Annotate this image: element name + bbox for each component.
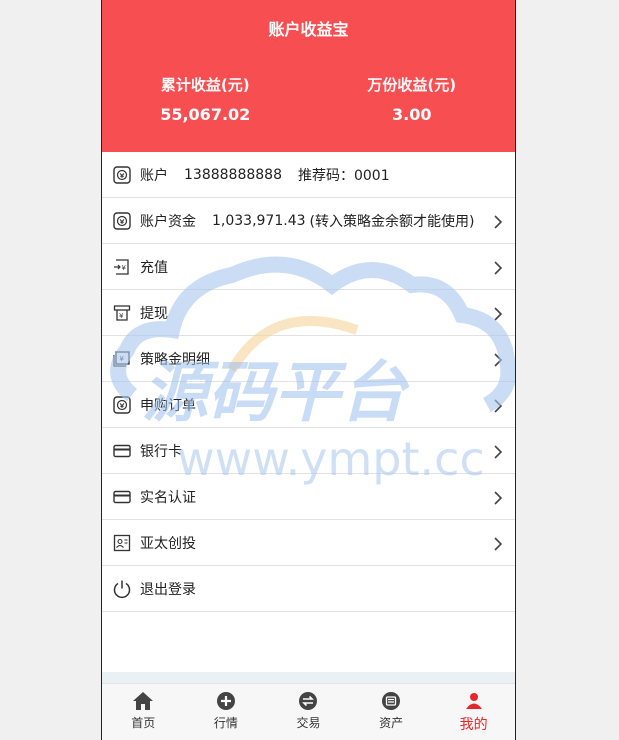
chevron-right-icon [493, 398, 503, 413]
total-earnings-stat: 累计收益(元) 55,067.02 [102, 74, 309, 124]
menu-item-label: 充值 [140, 259, 168, 276]
menu-list: 账户 13888888888 推荐码：0001 账户资金 1,033,971.4… [102, 152, 515, 612]
funds-note: (转入策略金余额才能使用) [309, 213, 475, 230]
tab-home[interactable]: 首页 [102, 684, 185, 740]
chevron-right-icon [493, 536, 503, 551]
tab-label: 资产 [379, 716, 404, 730]
chevron-right-icon [493, 490, 503, 505]
logout-label: 退出登录 [140, 581, 196, 598]
tab-mine[interactable]: 我的 [432, 684, 515, 740]
withdraw-icon: ¥ [112, 303, 132, 323]
svg-text:¥: ¥ [120, 355, 125, 363]
menu-item-label: 亚太创投 [140, 535, 196, 552]
tab-assets[interactable]: 资产 [350, 684, 433, 740]
menu-item-label: 提现 [140, 305, 168, 322]
recharge-icon: ¥ [112, 257, 132, 277]
tab-label: 交易 [296, 716, 321, 730]
header: 账户收益宝 累计收益(元) 55,067.02 万份收益(元) 3.00 [102, 0, 515, 152]
power-icon [112, 579, 132, 599]
per-10k-earnings-label: 万份收益(元) [367, 76, 457, 94]
id-card-icon [112, 487, 132, 507]
order-icon [112, 395, 132, 415]
profile-icon [112, 533, 132, 553]
menu-item-strategy-detail[interactable]: ¥ 策略金明细 [102, 336, 515, 382]
menu-item-recharge[interactable]: ¥ 充值 [102, 244, 515, 290]
chevron-right-icon [493, 214, 503, 229]
coin-icon [112, 165, 132, 185]
funds-amount: 1,033,971.43 [212, 212, 306, 229]
account-row: 账户 13888888888 推荐码：0001 [102, 152, 515, 198]
menu-item-label: 银行卡 [140, 443, 182, 460]
total-earnings-value: 55,067.02 [160, 105, 251, 124]
page-title: 账户收益宝 [268, 20, 349, 39]
plus-circle-icon [185, 690, 268, 712]
svg-text:¥: ¥ [122, 264, 127, 272]
chevron-right-icon [493, 352, 503, 367]
account-phone: 13888888888 [184, 166, 282, 183]
menu-item-bank-card[interactable]: 银行卡 [102, 428, 515, 474]
strategy-detail-icon: ¥ [112, 349, 132, 369]
tab-market[interactable]: 行情 [185, 684, 268, 740]
tab-label: 行情 [213, 716, 238, 730]
menu-item-order[interactable]: 申购订单 [102, 382, 515, 428]
chevron-right-icon [493, 444, 503, 459]
menu-item-withdraw[interactable]: ¥ 提现 [102, 290, 515, 336]
swap-icon [267, 690, 350, 712]
tab-label: 我的 [459, 717, 488, 733]
menu-item-label: 申购订单 [140, 397, 196, 414]
coin-icon [112, 211, 132, 231]
account-label: 账户 [140, 167, 168, 184]
per-10k-earnings-stat: 万份收益(元) 3.00 [309, 74, 516, 124]
phone-frame: 账户收益宝 累计收益(元) 55,067.02 万份收益(元) 3.00 账户 … [101, 0, 516, 740]
tab-trade[interactable]: 交易 [267, 684, 350, 740]
menu-item-real-name[interactable]: 实名认证 [102, 474, 515, 520]
total-earnings-label: 累计收益(元) [160, 76, 250, 94]
svg-text:¥: ¥ [119, 312, 124, 320]
logout-row[interactable]: 退出登录 [102, 566, 515, 612]
home-icon [102, 690, 185, 712]
menu-item-label: 策略金明细 [140, 351, 210, 368]
list-circle-icon [350, 690, 433, 712]
per-10k-earnings-value: 3.00 [392, 105, 432, 124]
tab-bar: 首页 行情 交易 资产 我的 [102, 683, 515, 740]
chevron-right-icon [493, 306, 503, 321]
bank-card-icon [112, 441, 132, 461]
referral-code: 推荐码：0001 [297, 167, 390, 184]
chevron-right-icon [493, 260, 503, 275]
menu-item-profile[interactable]: 亚太创投 [102, 520, 515, 566]
funds-label: 账户资金 [140, 213, 196, 230]
tab-label: 首页 [131, 716, 156, 730]
account-funds-row[interactable]: 账户资金 1,033,971.43 (转入策略金余额才能使用) [102, 198, 515, 244]
user-icon [432, 690, 515, 712]
menu-item-label: 实名认证 [140, 489, 196, 506]
